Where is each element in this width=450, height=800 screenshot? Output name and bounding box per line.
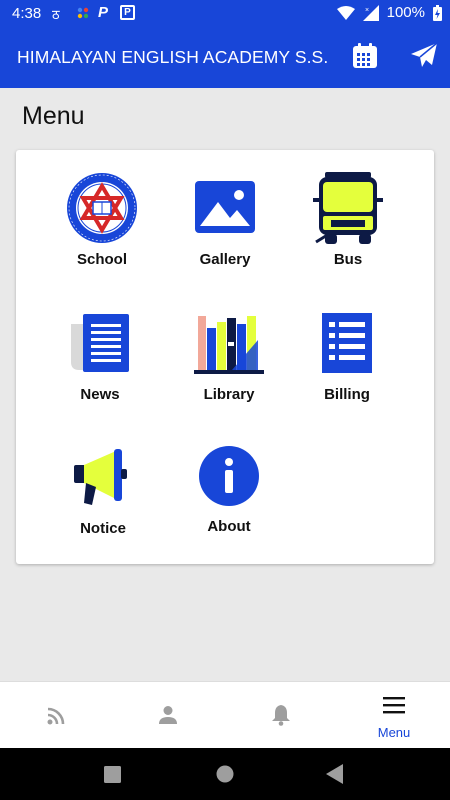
info-icon (199, 446, 259, 506)
gallery-icon (195, 181, 255, 233)
wifi-icon (336, 5, 355, 20)
menu-item-notice[interactable]: Notice (43, 445, 163, 545)
menu-item-school[interactable]: School (42, 172, 162, 272)
nav-feed[interactable] (0, 682, 112, 749)
system-navigation-bar (0, 748, 450, 800)
nav-notifications[interactable] (225, 682, 337, 749)
menu-grid: School Gallery Bus News Library Billing … (16, 150, 434, 564)
rss-icon (47, 707, 65, 725)
page-title: Menu (22, 102, 85, 130)
bottom-navigation: Menu (0, 681, 450, 748)
menu-item-billing[interactable]: Billing (287, 310, 407, 410)
status-time: 4:38 (12, 5, 42, 22)
bell-icon (272, 705, 290, 726)
nav-menu[interactable]: Menu (338, 682, 450, 749)
menu-item-label: Notice (80, 520, 126, 537)
menu-item-gallery[interactable]: Gallery (165, 172, 285, 272)
calendar-icon[interactable] (351, 42, 379, 70)
menu-item-bus[interactable]: Bus (288, 172, 408, 272)
billing-icon (322, 313, 372, 373)
news-icon (71, 314, 129, 372)
megaphone-icon (74, 449, 127, 505)
back-icon[interactable] (326, 764, 344, 784)
nav-profile[interactable] (112, 682, 224, 749)
menu-item-label: Gallery (199, 251, 251, 268)
recents-icon[interactable] (104, 766, 121, 783)
menu-item-label: School (76, 251, 127, 268)
parking-icon: P (120, 5, 135, 20)
menu-item-label: About (207, 518, 251, 535)
menu-item-label: Billing (324, 386, 370, 403)
menu-item-library[interactable]: Library (169, 310, 289, 410)
battery-icon (433, 4, 442, 21)
p-notification-icon: P (98, 4, 109, 21)
menu-item-about[interactable]: About (169, 445, 289, 545)
menu-item-label: Library (203, 386, 255, 403)
library-icon (194, 316, 264, 374)
home-icon[interactable] (216, 765, 234, 783)
assistant-icon (77, 7, 89, 19)
menu-item-label: Bus (333, 251, 363, 268)
bus-icon (313, 172, 383, 244)
menu-item-news[interactable]: News (40, 310, 160, 410)
nav-menu-label: Menu (377, 725, 411, 740)
person-icon (159, 706, 177, 724)
svg-text:×: × (365, 7, 369, 14)
battery-percent: 100% (386, 4, 425, 21)
app-bar: HIMALAYAN ENGLISH ACADEMY S.S. (0, 26, 450, 88)
status-bar: 4:38 ठ P P × 100% (0, 0, 450, 26)
menu-item-label: News (80, 386, 120, 403)
send-icon[interactable] (409, 41, 439, 71)
app-title: HIMALAYAN ENGLISH ACADEMY S.S. (17, 47, 329, 67)
hamburger-icon (383, 697, 405, 714)
signal-icon: × (362, 4, 379, 21)
school-logo-icon (67, 173, 137, 243)
notification-icon: ठ (52, 7, 60, 22)
